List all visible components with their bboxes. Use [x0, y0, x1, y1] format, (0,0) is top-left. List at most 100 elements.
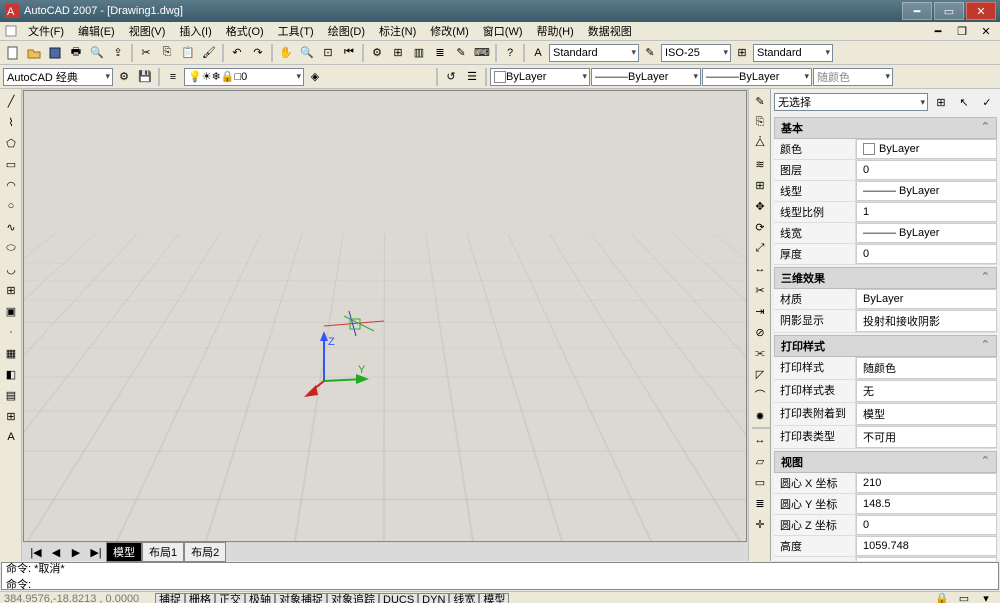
region-tool-icon[interactable]: ▭ — [750, 472, 770, 492]
pline-icon[interactable]: ⌇ — [1, 112, 21, 132]
ellipsearc-icon[interactable]: ◡ — [1, 259, 21, 279]
tab-nav-next-icon[interactable]: ▶ — [66, 542, 86, 562]
pan-icon[interactable]: ✋ — [276, 43, 296, 63]
prop-group-title[interactable]: 三维效果⌃ — [774, 267, 997, 289]
ws-save-icon[interactable]: 💾 — [135, 67, 155, 87]
layerprops-icon[interactable]: ≡ — [163, 67, 183, 87]
plotstyle-drop[interactable]: 随颜色 — [813, 68, 893, 86]
maximize-button[interactable]: ▭ — [934, 2, 964, 20]
publish-icon[interactable]: ⇪ — [108, 43, 128, 63]
prop-value[interactable]: 0 — [856, 244, 997, 264]
prop-value[interactable]: ——— ByLayer — [856, 181, 997, 201]
menu-dataview[interactable]: 数据视图 — [584, 23, 636, 39]
list-icon[interactable]: ≣ — [750, 493, 770, 513]
layerprev-icon[interactable]: ↺ — [441, 67, 461, 87]
join-icon[interactable]: ⫘ — [750, 343, 770, 363]
ellipse-icon[interactable]: ⬭ — [1, 238, 21, 258]
prop-value[interactable]: 0 — [856, 160, 997, 180]
prop-group-title[interactable]: 基本⌃ — [774, 117, 997, 139]
cut-icon[interactable]: ✂ — [136, 43, 156, 63]
gradient-icon[interactable]: ◧ — [1, 364, 21, 384]
menu-view[interactable]: 视图(V) — [125, 23, 170, 39]
command-window[interactable]: 命令: *取消* 命令: — [1, 562, 999, 590]
status-toggle[interactable]: 对象追踪 — [327, 593, 379, 603]
textstyle-icon[interactable]: A — [528, 43, 548, 63]
arc-icon[interactable]: ◠ — [1, 175, 21, 195]
selectobj-icon[interactable]: ↖ — [954, 92, 974, 112]
menu-window[interactable]: 窗口(W) — [479, 23, 527, 39]
tab-layout2[interactable]: 布局2 — [184, 542, 226, 562]
cleanscreen-icon[interactable]: ▭ — [954, 589, 974, 603]
line-icon[interactable]: ╱ — [1, 91, 21, 111]
lineweight-drop[interactable]: ——— ByLayer — [702, 68, 812, 86]
sheet-icon[interactable]: ≣ — [430, 43, 450, 63]
menu-file[interactable]: 文件(F) — [24, 23, 68, 39]
prop-value[interactable]: 0 — [856, 515, 997, 535]
prop-value[interactable]: 不可用 — [856, 426, 997, 448]
scale-icon[interactable]: ⤢ — [750, 238, 770, 258]
mtext-icon[interactable]: A — [1, 427, 21, 447]
workspace-drop[interactable]: AutoCAD 经典 — [3, 68, 113, 86]
spline-icon[interactable]: ∿ — [1, 217, 21, 237]
menu-dimension[interactable]: 标注(N) — [375, 23, 420, 39]
extend-icon[interactable]: ⇥ — [750, 301, 770, 321]
dimstyle-drop[interactable]: ISO-25 — [661, 44, 731, 62]
print-icon[interactable]: 🖶 — [66, 43, 86, 63]
mdi-minimize-button[interactable]: ━ — [928, 21, 948, 41]
preview-icon[interactable]: 🔍 — [87, 43, 107, 63]
commlock-icon[interactable]: 🔒 — [932, 589, 952, 603]
textstyle-drop[interactable]: Standard — [549, 44, 639, 62]
prop-value[interactable]: 随颜色 — [856, 357, 997, 379]
prop-group-title[interactable]: 打印样式⌃ — [774, 335, 997, 357]
copy-icon[interactable]: ⎘ — [157, 43, 177, 63]
calc-icon[interactable]: ⌨ — [472, 43, 492, 63]
layer-drop[interactable]: 💡☀❄🔒□ 0 — [184, 68, 304, 86]
status-toggle[interactable]: 极轴 — [245, 593, 275, 603]
mdi-close-button[interactable]: ✕ — [976, 21, 996, 41]
prop-value[interactable]: 无 — [856, 380, 997, 402]
tablestyle-icon[interactable]: ⊞ — [732, 43, 752, 63]
prop-group-title[interactable]: 视图⌃ — [774, 451, 997, 473]
insert-icon[interactable]: ⊞ — [1, 280, 21, 300]
quickselect-icon[interactable]: ⊞ — [931, 92, 951, 112]
menu-edit[interactable]: 编辑(E) — [74, 23, 119, 39]
dimstyle-icon[interactable]: ✎ — [640, 43, 660, 63]
help-icon[interactable]: ? — [500, 43, 520, 63]
prop-value[interactable]: 210 — [856, 473, 997, 493]
rectangle-icon[interactable]: ▭ — [1, 154, 21, 174]
paste-icon[interactable]: 📋 — [178, 43, 198, 63]
prop-value[interactable]: ByLayer — [856, 289, 997, 309]
mirror-icon[interactable]: ⧊ — [750, 133, 770, 153]
status-toggle[interactable]: 模型 — [479, 593, 509, 603]
zoomprev-icon[interactable]: ⏮ — [339, 43, 359, 63]
status-toggle[interactable]: 线宽 — [449, 593, 479, 603]
tablestyle-drop[interactable]: Standard — [753, 44, 833, 62]
props-icon[interactable]: ⚙ — [367, 43, 387, 63]
menu-draw[interactable]: 绘图(D) — [324, 23, 369, 39]
prop-value[interactable]: 1059.748 — [856, 536, 997, 556]
id-icon[interactable]: ✛ — [750, 514, 770, 534]
prop-value[interactable]: 148.5 — [856, 494, 997, 514]
prop-value[interactable]: 投射和接收阴影 — [856, 310, 997, 332]
erase-icon[interactable]: ✎ — [750, 91, 770, 111]
status-toggle[interactable]: 捕捉 — [155, 593, 185, 603]
move-icon[interactable]: ✥ — [750, 196, 770, 216]
tab-nav-first-icon[interactable]: |◀ — [26, 542, 46, 562]
tab-layout1[interactable]: 布局1 — [142, 542, 184, 562]
status-toggle[interactable]: 对象捕捉 — [275, 593, 327, 603]
prop-value[interactable]: 1 — [856, 202, 997, 222]
trim-icon[interactable]: ✂ — [750, 280, 770, 300]
array-icon[interactable]: ⊞ — [750, 175, 770, 195]
statusbar-menu-icon[interactable]: ▾ — [976, 589, 996, 603]
linetype-drop[interactable]: ——— ByLayer — [591, 68, 701, 86]
break-icon[interactable]: ⊘ — [750, 322, 770, 342]
explode-icon[interactable]: ✸ — [750, 406, 770, 426]
pickadd-icon[interactable]: ✓ — [977, 92, 997, 112]
prop-value[interactable]: 模型 — [856, 403, 997, 425]
prop-value[interactable]: ——— ByLayer — [856, 223, 997, 243]
chamfer-icon[interactable]: ◸ — [750, 364, 770, 384]
region-icon[interactable]: ▤ — [1, 385, 21, 405]
tab-nav-last-icon[interactable]: ▶| — [86, 542, 106, 562]
zoomwin-icon[interactable]: ⊡ — [318, 43, 338, 63]
offset-icon[interactable]: ≋ — [750, 154, 770, 174]
